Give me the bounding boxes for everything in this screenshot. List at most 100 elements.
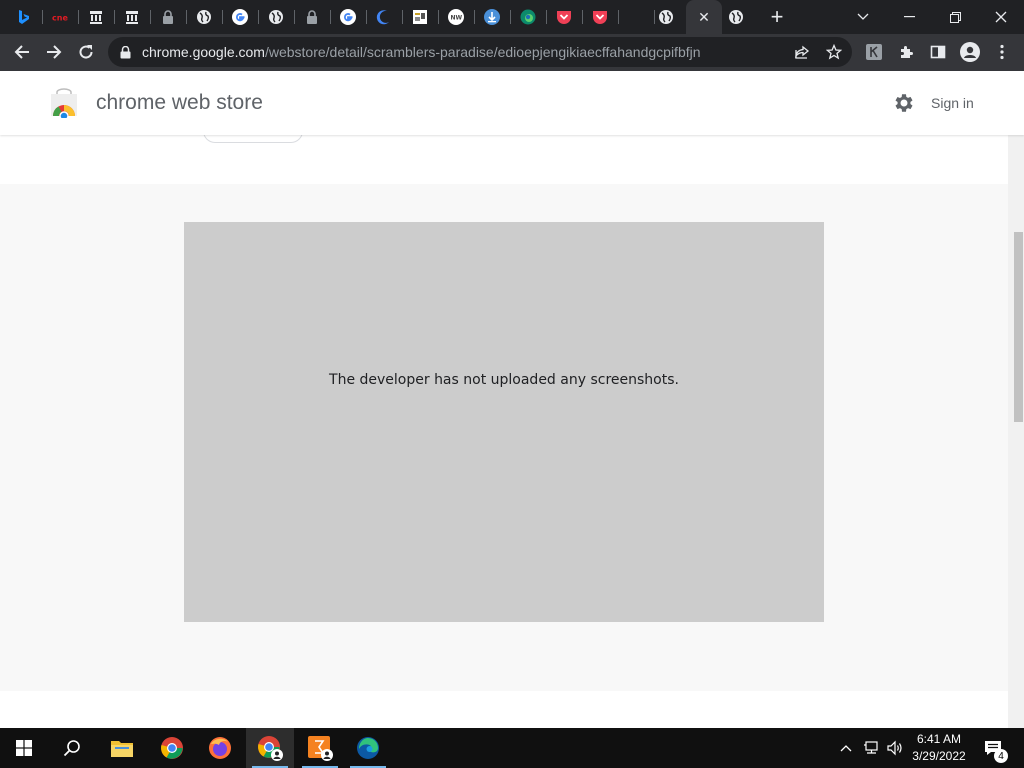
network-icon (864, 741, 878, 754)
bing-icon (16, 9, 32, 25)
tab-search-button[interactable] (840, 0, 886, 34)
chrome-web-store-logo-icon[interactable] (49, 88, 79, 118)
taskbar-search-button[interactable] (48, 728, 96, 768)
crescent-icon (376, 9, 392, 25)
blank-icon (628, 9, 644, 25)
bookmark-star-button[interactable] (820, 38, 848, 66)
restore-button[interactable] (932, 0, 978, 34)
tab-download[interactable] (474, 0, 509, 34)
side-panel-icon (930, 45, 946, 59)
tab-pocket-2[interactable] (582, 0, 617, 34)
firefox-icon (209, 737, 231, 759)
globe-icon (196, 9, 212, 25)
tab-cnet[interactable]: cnet (42, 0, 77, 34)
tab-strip: cnet (0, 0, 1024, 34)
clock[interactable]: 6:41 AM 3/29/2022 (904, 731, 974, 765)
reload-button[interactable] (72, 38, 100, 66)
address-bar[interactable]: chrome.google.com/webstore/detail/scramb… (108, 37, 852, 67)
taskbar-edge-button[interactable] (344, 728, 392, 768)
svg-text:NW: NW (450, 15, 462, 22)
tab-bing[interactable] (6, 0, 41, 34)
site-icon (412, 9, 428, 25)
menu-button[interactable] (988, 38, 1016, 66)
lock-icon (160, 9, 176, 25)
speaker-icon (887, 740, 902, 756)
tab-lock-1[interactable] (150, 0, 185, 34)
tab-google-1[interactable] (222, 0, 257, 34)
windows-taskbar: 6:41 AM 3/29/2022 (0, 728, 1024, 768)
new-tab-button[interactable]: + (762, 2, 792, 32)
taskbar-chrome-button[interactable] (148, 728, 196, 768)
network-button[interactable] (860, 728, 882, 768)
tab-google-2[interactable] (330, 0, 365, 34)
archive-icon (88, 9, 104, 25)
side-panel-button[interactable] (924, 38, 952, 66)
download-icon (483, 9, 500, 25)
browser-toolbar: chrome.google.com/webstore/detail/scramb… (0, 34, 1024, 71)
close-window-button[interactable] (978, 0, 1024, 34)
tab-newsweek[interactable]: NW (438, 0, 473, 34)
notification-count-badge: 4 (994, 749, 1008, 763)
extension-k-button[interactable] (860, 38, 888, 66)
chevron-up-icon (840, 745, 852, 752)
extension-k-icon (866, 44, 882, 60)
url-text[interactable]: chrome.google.com/webstore/detail/scramb… (142, 44, 701, 60)
tab-archive-2[interactable] (114, 0, 149, 34)
lock-icon[interactable] (118, 45, 132, 59)
tab-pocket-1[interactable] (546, 0, 581, 34)
tab-lock-2[interactable] (294, 0, 329, 34)
star-icon (826, 44, 842, 60)
minimize-button[interactable] (886, 0, 932, 34)
reload-icon (79, 45, 93, 59)
tab-edge[interactable] (510, 0, 545, 34)
back-button[interactable] (8, 38, 36, 66)
tab-globe-4[interactable] (718, 0, 753, 34)
svg-text:cnet: cnet (52, 14, 68, 23)
tab-globe-3[interactable] (648, 0, 683, 34)
taskbar-app-profile-button[interactable] (296, 728, 344, 768)
search-icon (63, 740, 80, 757)
store-title[interactable]: chrome web store (96, 91, 263, 115)
newsweek-icon: NW (447, 9, 464, 25)
close-tab-icon[interactable]: ✕ (698, 9, 710, 26)
restore-icon (949, 11, 961, 23)
edge-icon (357, 737, 379, 759)
taskbar-chrome-profile-button[interactable] (246, 728, 294, 768)
arrow-right-icon (47, 45, 62, 59)
gear-icon[interactable] (892, 91, 916, 115)
profile-button[interactable] (956, 38, 984, 66)
tab-globe-1[interactable] (186, 0, 221, 34)
volume-button[interactable] (884, 728, 906, 768)
globe-icon (658, 9, 674, 25)
start-button[interactable] (0, 728, 48, 768)
folder-icon (111, 741, 133, 757)
store-header: chrome web store Sign in (0, 71, 1024, 135)
google-icon (231, 9, 248, 25)
sign-in-link[interactable]: Sign in (931, 95, 974, 111)
chrome-profile-icon (258, 736, 283, 761)
file-explorer-button[interactable] (98, 728, 146, 768)
clock-time: 6:41 AM (916, 732, 962, 746)
globe-icon (728, 9, 744, 25)
avatar-icon (960, 42, 980, 62)
globe-icon (268, 9, 284, 25)
extensions-button[interactable] (892, 38, 920, 66)
no-screenshots-message: The developer has not uploaded any scree… (329, 372, 679, 388)
web-page: chrome web store Sign in The developer h… (0, 71, 1024, 728)
scrollbar-thumb[interactable] (1014, 232, 1023, 422)
chevron-down-icon (857, 13, 869, 20)
forward-button[interactable] (40, 38, 68, 66)
clock-date: 3/29/2022 (912, 749, 966, 763)
show-hidden-icons-button[interactable] (836, 728, 856, 768)
taskbar-firefox-button[interactable] (196, 728, 244, 768)
tab-active[interactable]: ✕ (686, 0, 722, 34)
tab-globe-2[interactable] (258, 0, 293, 34)
share-icon (795, 45, 810, 59)
tab-crescent[interactable] (366, 0, 401, 34)
more-vert-icon (1000, 44, 1004, 60)
pocket-icon (592, 9, 608, 25)
share-button[interactable] (788, 38, 816, 66)
google-icon (339, 9, 356, 25)
tab-archive-1[interactable] (78, 0, 113, 34)
tab-site[interactable] (402, 0, 437, 34)
